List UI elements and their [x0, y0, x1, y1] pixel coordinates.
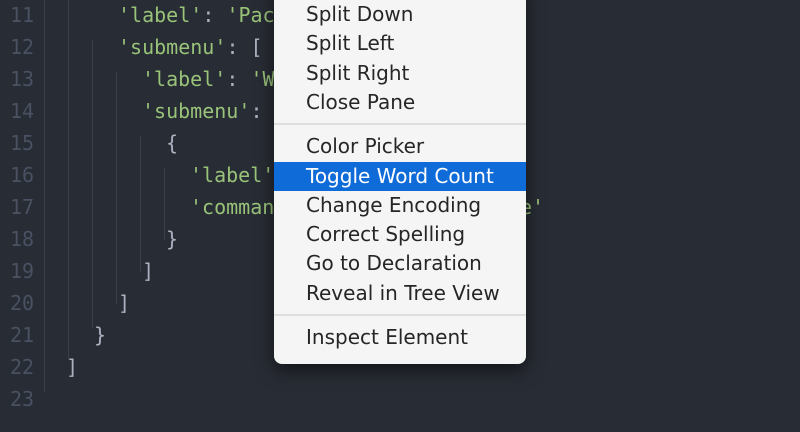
menu-item-label: Close Pane [306, 89, 416, 114]
line-number: 12 [10, 35, 35, 59]
menu-item-label: Change Encoding [306, 192, 482, 217]
code-token: ] [66, 355, 79, 379]
code-token: : [ [226, 35, 263, 59]
menu-item-inspect-element[interactable]: Inspect Element [274, 323, 526, 352]
code-token: 'submenu' [142, 99, 251, 123]
menu-item-label: Inspect Element [306, 325, 468, 349]
code-token: } [166, 227, 179, 251]
line-number: 16 [10, 163, 35, 187]
code-token: { [166, 131, 179, 155]
code-token: 'comman [190, 195, 275, 219]
line-number: 23 [10, 387, 35, 411]
code-token: : [202, 3, 227, 27]
menu-item-go-to-declaration[interactable]: Go to Declaration [274, 249, 526, 278]
menu-item-toggle-word-count[interactable]: Toggle Word Count [274, 161, 526, 191]
code-token: ] [142, 259, 155, 283]
line-number: 22 [10, 355, 35, 379]
code-token: } [94, 323, 107, 347]
line-number: 15 [10, 131, 35, 155]
menu-item-reveal-in-tree-view[interactable]: Reveal in Tree View [274, 279, 526, 308]
menu-item-color-picker[interactable]: Color Picker [274, 132, 526, 161]
line-number: 21 [10, 323, 35, 347]
code-token: ] [118, 291, 131, 315]
menu-item-label: Go to Declaration [306, 251, 482, 276]
menu-separator [274, 314, 526, 316]
menu-item-split-down[interactable]: Split Down [274, 0, 526, 29]
context-menu: Split Down Split Left Split Right Close Pan… [274, 0, 526, 364]
menu-item-label: Correct Spelling [306, 222, 466, 247]
menu-separator [274, 123, 526, 126]
menu-item-close-pane[interactable]: Close Pane [274, 88, 526, 117]
code-token: 'label' [190, 163, 275, 187]
menu-item-label: Split Left [306, 31, 395, 56]
code-token: 'submenu' [118, 35, 227, 59]
menu-item-label: Toggle Word Count [306, 163, 494, 188]
line-number: 14 [10, 99, 35, 123]
code-token: : [250, 99, 275, 123]
line-number: 19 [10, 259, 35, 283]
menu-item-split-right[interactable]: Split Right [274, 59, 526, 88]
menu-item-split-left[interactable]: Split Left [274, 29, 526, 58]
menu-item-correct-spelling[interactable]: Correct Spelling [274, 220, 526, 249]
code-token: 'Pac [226, 3, 275, 27]
menu-item-label: Reveal in Tree View [306, 280, 500, 305]
menu-item-label: Split Right [306, 60, 410, 85]
code-token: 'label' [118, 3, 203, 27]
code-line[interactable]: 23 [0, 384, 800, 416]
code-token: 'W [250, 67, 275, 91]
menu-item-label: Color Picker [306, 134, 425, 159]
line-number: 11 [10, 3, 35, 27]
code-token: : [226, 67, 251, 91]
line-number: 17 [10, 195, 35, 219]
menu-item-change-encoding[interactable]: Change Encoding [274, 191, 526, 220]
line-number: 20 [10, 291, 35, 315]
line-number: 13 [10, 67, 35, 91]
code-token: 'label' [142, 67, 227, 91]
menu-item-label: Split Down [306, 2, 414, 26]
line-number: 18 [10, 227, 35, 251]
